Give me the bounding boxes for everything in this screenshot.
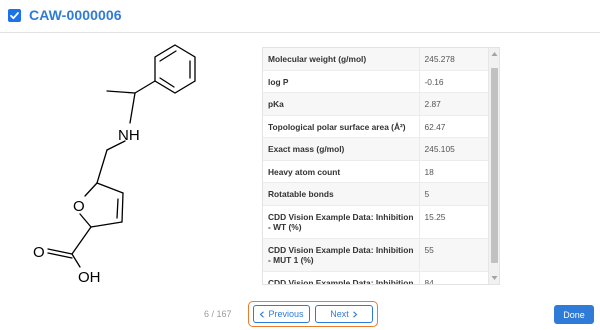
property-value: 2.87: [419, 92, 489, 116]
table-row: Molecular weight (g/mol) 245.278: [263, 48, 489, 71]
atom-ring-o: O: [73, 198, 85, 215]
scroll-down-icon[interactable]: [491, 275, 498, 281]
chevron-right-icon: [352, 310, 358, 318]
previous-button[interactable]: Previous: [253, 305, 310, 323]
molecule-structure: NH O O OH: [33, 44, 196, 286]
atom-oh: OH: [78, 269, 101, 286]
properties-table: Molecular weight (g/mol) 245.278 log P -…: [263, 48, 489, 284]
property-value: 15.25: [419, 205, 489, 239]
property-label: Heavy atom count: [263, 160, 420, 183]
table-row: log P -0.16: [263, 70, 489, 93]
table-row: Topological polar surface area (Å²) 62.4…: [263, 115, 489, 138]
property-value: 245.105: [419, 137, 489, 161]
chevron-left-icon: [260, 310, 265, 318]
property-label: Rotatable bonds: [263, 182, 420, 206]
compound-title[interactable]: CAW-0000006: [29, 7, 122, 23]
atom-nh: NH: [118, 127, 140, 144]
property-value: 18: [419, 160, 489, 183]
previous-label: Previous: [268, 309, 304, 319]
table-row: Exact mass (g/mol) 245.105: [263, 137, 489, 161]
property-label: pKa: [263, 92, 420, 116]
checkmark-icon: [10, 12, 19, 20]
properties-scrollbar[interactable]: [488, 48, 499, 284]
done-button[interactable]: Done: [554, 305, 594, 324]
property-value: 55: [419, 238, 489, 272]
property-value: 84: [419, 271, 489, 284]
table-row: CDD Vision Example Data: Inhibition - MU…: [263, 238, 489, 272]
property-label: Molecular weight (g/mol): [263, 48, 420, 71]
properties-panel[interactable]: Molecular weight (g/mol) 245.278 log P -…: [262, 47, 500, 285]
property-label: CDD Vision Example Data: Inhibition - MU…: [263, 271, 420, 284]
next-button[interactable]: Next: [315, 305, 373, 323]
table-row: CDD Vision Example Data: Inhibition - MU…: [263, 271, 489, 284]
table-row: Heavy atom count 18: [263, 160, 489, 183]
property-value: -0.16: [419, 70, 489, 93]
scroll-up-icon[interactable]: [491, 51, 498, 57]
select-checkbox[interactable]: [8, 9, 21, 22]
property-value: 62.47: [419, 115, 489, 138]
atom-carbonyl-o: O: [33, 244, 45, 261]
next-label: Next: [330, 309, 349, 319]
property-label: Topological polar surface area (Å²): [263, 115, 420, 138]
table-row: CDD Vision Example Data: Inhibition - WT…: [263, 205, 489, 239]
record-counter: 6 / 167: [204, 309, 232, 319]
dialog-header: CAW-0000006: [0, 0, 600, 33]
property-label: log P: [263, 70, 420, 93]
property-value: 5: [419, 182, 489, 206]
property-value: 245.278: [419, 48, 489, 71]
table-row: Rotatable bonds 5: [263, 182, 489, 206]
property-label: Exact mass (g/mol): [263, 137, 420, 161]
scrollbar-thumb[interactable]: [491, 68, 498, 263]
property-label: CDD Vision Example Data: Inhibition - MU…: [263, 238, 420, 272]
property-label: CDD Vision Example Data: Inhibition - WT…: [263, 205, 420, 239]
table-row: pKa 2.87: [263, 92, 489, 116]
